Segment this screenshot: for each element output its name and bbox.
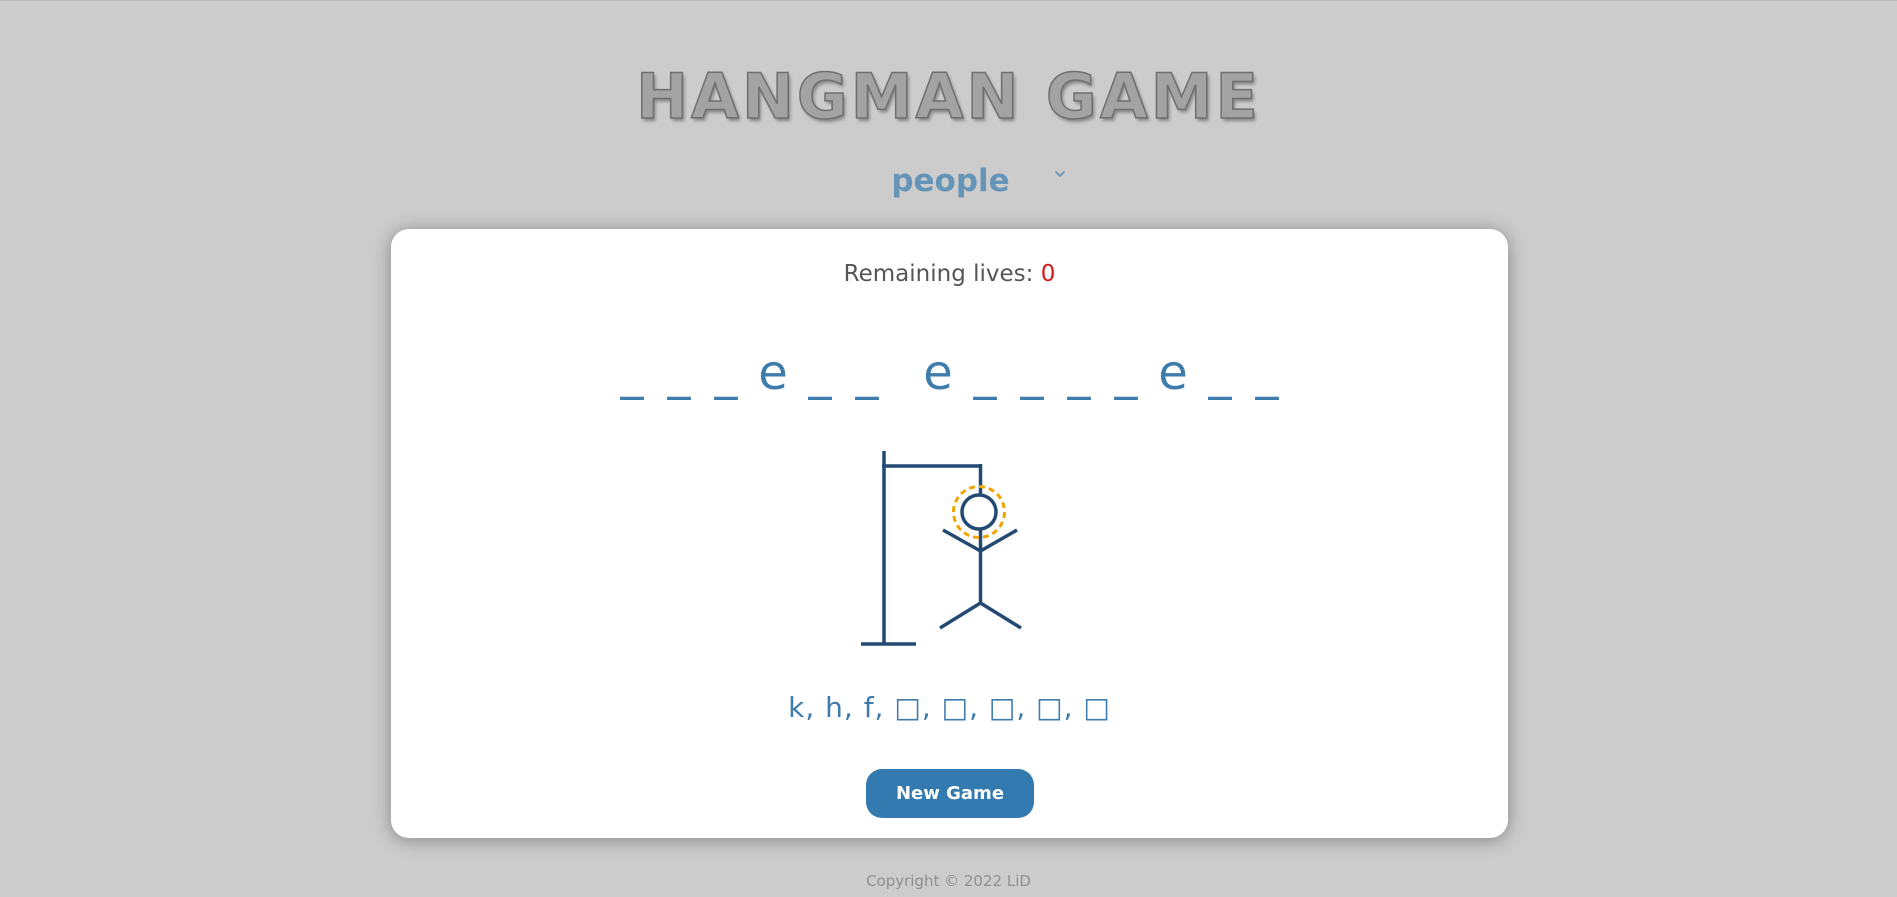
category-selected-value: people xyxy=(891,163,1010,199)
word-letter-blank: _ xyxy=(1020,346,1044,400)
hangman-right-arm xyxy=(979,528,1018,553)
word-letter-blank: _ xyxy=(1255,346,1279,400)
word-letter-blank: _ xyxy=(667,346,691,400)
word-puzzle: _ _ _ e _ _ e _ _ _ _ e _ _ xyxy=(391,343,1508,403)
category-select[interactable]: people xyxy=(825,161,1073,201)
hangman-left-arm xyxy=(942,528,982,553)
remaining-lives-value: 0 xyxy=(1040,261,1056,287)
category-selector-row: people xyxy=(0,161,1897,201)
word-letter-blank: _ xyxy=(973,346,997,400)
chevron-down-icon xyxy=(1054,171,1065,177)
footer-copyright: Copyright © 2022 LiD xyxy=(866,872,1031,890)
hangman-left-leg xyxy=(939,601,982,630)
word-letter-blank: _ xyxy=(1067,346,1091,400)
word-letter-blank: _ xyxy=(855,346,879,400)
word-letter-blank: _ xyxy=(1114,346,1138,400)
word-letter-revealed: e xyxy=(1158,345,1188,401)
new-game-button[interactable]: New Game xyxy=(866,769,1034,818)
word-letter-blank: _ xyxy=(1208,346,1232,400)
word-letter-revealed: e xyxy=(758,345,788,401)
word-letter-revealed: e xyxy=(923,345,953,401)
guessed-letters: k, h, f, □, □, □, □, □ xyxy=(788,691,1111,724)
hangman-right-leg xyxy=(979,601,1022,630)
remaining-lives: Remaining lives: 0 xyxy=(391,261,1508,287)
game-card: Remaining lives: 0 _ _ _ e _ _ e _ _ _ _ e _ _ k, h, … xyxy=(391,229,1508,838)
hangman-head xyxy=(960,493,998,531)
page-title: HANGMAN GAME xyxy=(635,60,1261,133)
remaining-lives-label: Remaining lives: xyxy=(843,261,1041,287)
hangman-figure xyxy=(861,451,1022,646)
word-letter-blank: _ xyxy=(620,346,644,400)
word-letter-blank: _ xyxy=(714,346,738,400)
word-letter-blank: _ xyxy=(808,346,832,400)
